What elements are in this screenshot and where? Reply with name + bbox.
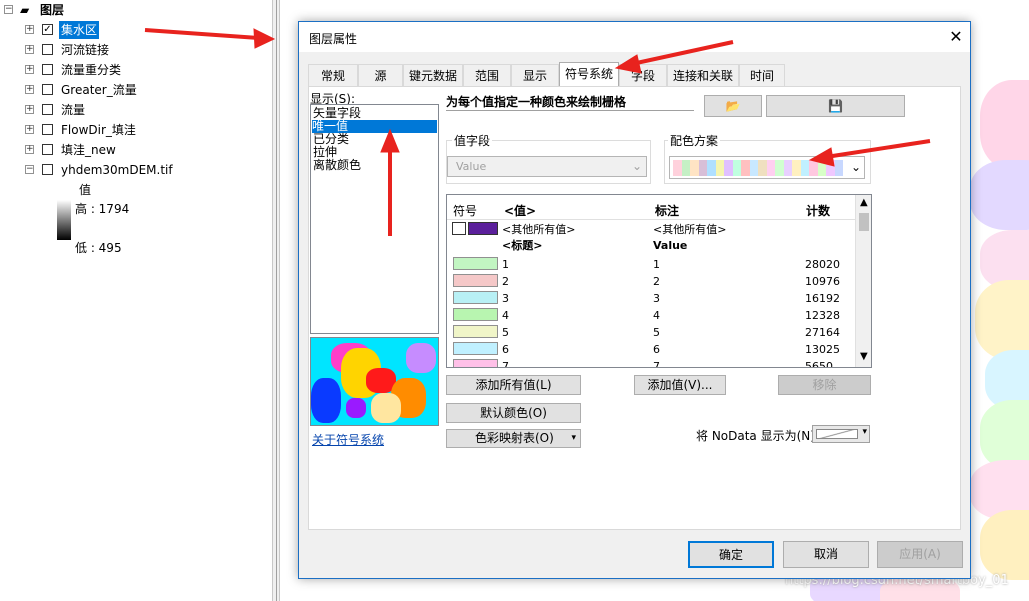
arrow-head [253,28,276,49]
arrow-shaft [825,139,931,159]
arrow-head [380,128,400,153]
annotation-arrows [144,28,931,236]
arrow-head [808,147,835,167]
arrow-shaft [144,28,259,40]
arrow-head [614,54,642,74]
arrow-shaft [631,40,734,66]
